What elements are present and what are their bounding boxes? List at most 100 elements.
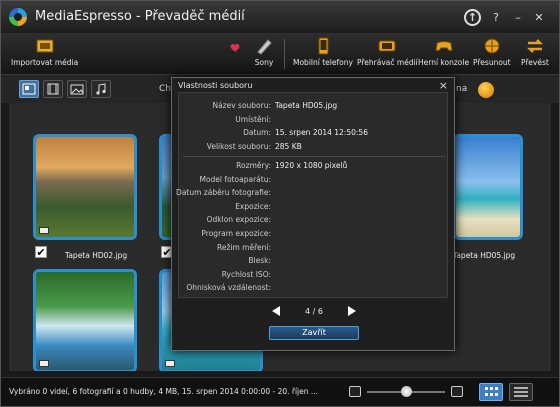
property-key: Umístění:: [235, 115, 271, 124]
globe-upload-icon: [484, 38, 500, 54]
property-key: Datum:: [243, 128, 271, 137]
property-key: Název souboru:: [212, 101, 271, 110]
thumbnail-card[interactable]: [453, 134, 523, 240]
dialog-close-icon[interactable]: ×: [439, 79, 448, 92]
thumbnail-image: [36, 137, 134, 237]
property-value: 1920 x 1080 pixelů: [275, 161, 348, 170]
thumbnail-card[interactable]: [33, 134, 137, 240]
import-icon: [36, 39, 54, 53]
media-player-button[interactable]: Přehrávač médií: [357, 37, 418, 67]
mobile-phones-button[interactable]: Mobilní telefony: [293, 37, 353, 67]
favorite-icon[interactable]: [230, 43, 240, 55]
section-divider: [183, 156, 445, 157]
thumbnail-checkbox[interactable]: ✔: [35, 246, 47, 258]
all-media-icon: [22, 83, 36, 95]
next-arrow-icon[interactable]: [348, 306, 356, 316]
game-consoles-label: Herní konzole: [418, 58, 470, 67]
minimize-button[interactable]: –: [511, 11, 525, 24]
convert-icon: [526, 39, 543, 53]
app-window: MediaEspresso - Převaděč médií ↑ ? – ✕ I…: [0, 0, 560, 407]
move-button[interactable]: Přesunout: [473, 37, 511, 67]
property-row: Model fotoaparátu:: [179, 175, 449, 187]
zoom-slider-handle[interactable]: [401, 386, 412, 397]
dialog-title: Vlastnosti souboru: [178, 81, 253, 90]
close-window-button[interactable]: ✕: [532, 11, 546, 24]
property-key: Blesk:: [248, 256, 271, 265]
property-key: Expozice:: [235, 202, 271, 211]
file-properties-dialog: Vlastnosti souboru × Název souboru: Tape…: [171, 77, 455, 351]
grid-icon: [485, 387, 498, 396]
thumbnail-label: Tapeta HD02.jpg: [65, 251, 128, 260]
list-icon: [514, 387, 528, 397]
property-row: Datum záběru fotografie:: [176, 188, 449, 200]
title-bar: MediaEspresso - Převaděč médií ↑ ? – ✕: [1, 1, 559, 33]
property-row: Rozměry: 1920 x 1080 pixelů: [179, 161, 449, 173]
thumbnail-label: Tapeta HD05.jpg: [453, 251, 516, 260]
property-key: Rozměry:: [236, 161, 271, 170]
help-button[interactable]: ?: [489, 11, 503, 24]
mobile-phones-label: Mobilní telefony: [293, 58, 353, 67]
gamepad-icon: [434, 41, 453, 52]
property-key: Rychlost ISO:: [221, 270, 271, 279]
photo-badge-icon: [165, 360, 175, 367]
phone-icon: [318, 37, 329, 55]
thumbnail-image: [456, 137, 520, 237]
import-media-button[interactable]: Importovat média: [11, 37, 78, 67]
status-bar: Vybráno 0 videí, 6 fotografií a 0 hudby,…: [1, 377, 559, 406]
music-filter-button[interactable]: [91, 80, 111, 98]
status-text: Vybráno 0 videí, 6 fotografií a 0 hudby,…: [9, 387, 319, 396]
list-view-button[interactable]: [509, 383, 533, 401]
photo-icon: [70, 84, 84, 95]
property-row: Umístění:: [179, 115, 449, 127]
property-key: Velikost souboru:: [206, 142, 271, 151]
thumbnail-image: [36, 272, 134, 370]
zoom-in-icon[interactable]: [451, 386, 463, 397]
close-button[interactable]: Zavřít: [269, 326, 359, 340]
previous-arrow-icon[interactable]: [272, 306, 280, 316]
move-label: Přesunout: [473, 58, 511, 67]
property-key: Program expozice:: [201, 229, 271, 238]
main-toolbar: Importovat média Sony Mobilní telefony P…: [1, 33, 559, 75]
video-filter-button[interactable]: [43, 80, 63, 98]
properties-panel: Název souboru: Tapeta HD05.jpg Umístění:…: [176, 92, 449, 298]
media-player-icon: [378, 40, 396, 52]
all-media-filter-button[interactable]: [19, 80, 39, 98]
property-row: Rychlost ISO:: [179, 270, 449, 282]
property-row: Program expozice:: [179, 229, 449, 241]
sony-label: Sony: [254, 58, 274, 67]
film-icon: [47, 83, 59, 95]
property-row: Datum: 15. srpen 2014 12:50:56: [179, 128, 449, 140]
property-value: 285 KB: [275, 142, 302, 151]
toolbar-divider: [284, 39, 285, 69]
media-player-label: Přehrávač médií: [357, 58, 418, 67]
property-key: Model fotoaparátu:: [199, 175, 271, 184]
sony-button[interactable]: Sony: [254, 37, 274, 67]
convert-label: Převést: [521, 58, 549, 67]
globe-icon[interactable]: [478, 82, 494, 98]
property-key: Datum záběru fotografie:: [176, 188, 271, 197]
property-key: Odklon expozice:: [206, 215, 271, 224]
photo-filter-button[interactable]: [67, 80, 87, 98]
window-title: MediaEspresso - Převaděč médií: [35, 9, 245, 24]
property-row: Ohnisková vzdálenost:: [179, 283, 449, 295]
grid-view-button[interactable]: [479, 383, 503, 401]
property-row: Blesk:: [179, 256, 449, 268]
sony-icon: [257, 39, 272, 55]
convert-button[interactable]: Převést: [521, 37, 549, 67]
photo-badge-icon: [39, 360, 49, 367]
property-key: Ohnisková vzdálenost:: [186, 283, 271, 292]
subbar-left-text: Ch: [159, 84, 171, 94]
property-key: Režim měření:: [216, 243, 271, 252]
import-media-label: Importovat média: [11, 58, 79, 67]
property-row: Název souboru: Tapeta HD05.jpg: [179, 101, 449, 113]
zoom-out-icon[interactable]: [349, 386, 361, 397]
property-row: Velikost souboru: 285 KB: [179, 142, 449, 154]
music-note-icon: [96, 83, 106, 95]
thumbnail-card[interactable]: [33, 269, 137, 371]
property-row: Expozice:: [179, 202, 449, 214]
photo-badge-icon: [39, 227, 49, 234]
upgrade-icon[interactable]: ↑: [464, 9, 481, 26]
game-consoles-button[interactable]: Herní konzole: [418, 37, 469, 67]
property-row: Odklon expozice:: [179, 215, 449, 227]
property-row: Režim měření:: [179, 243, 449, 255]
